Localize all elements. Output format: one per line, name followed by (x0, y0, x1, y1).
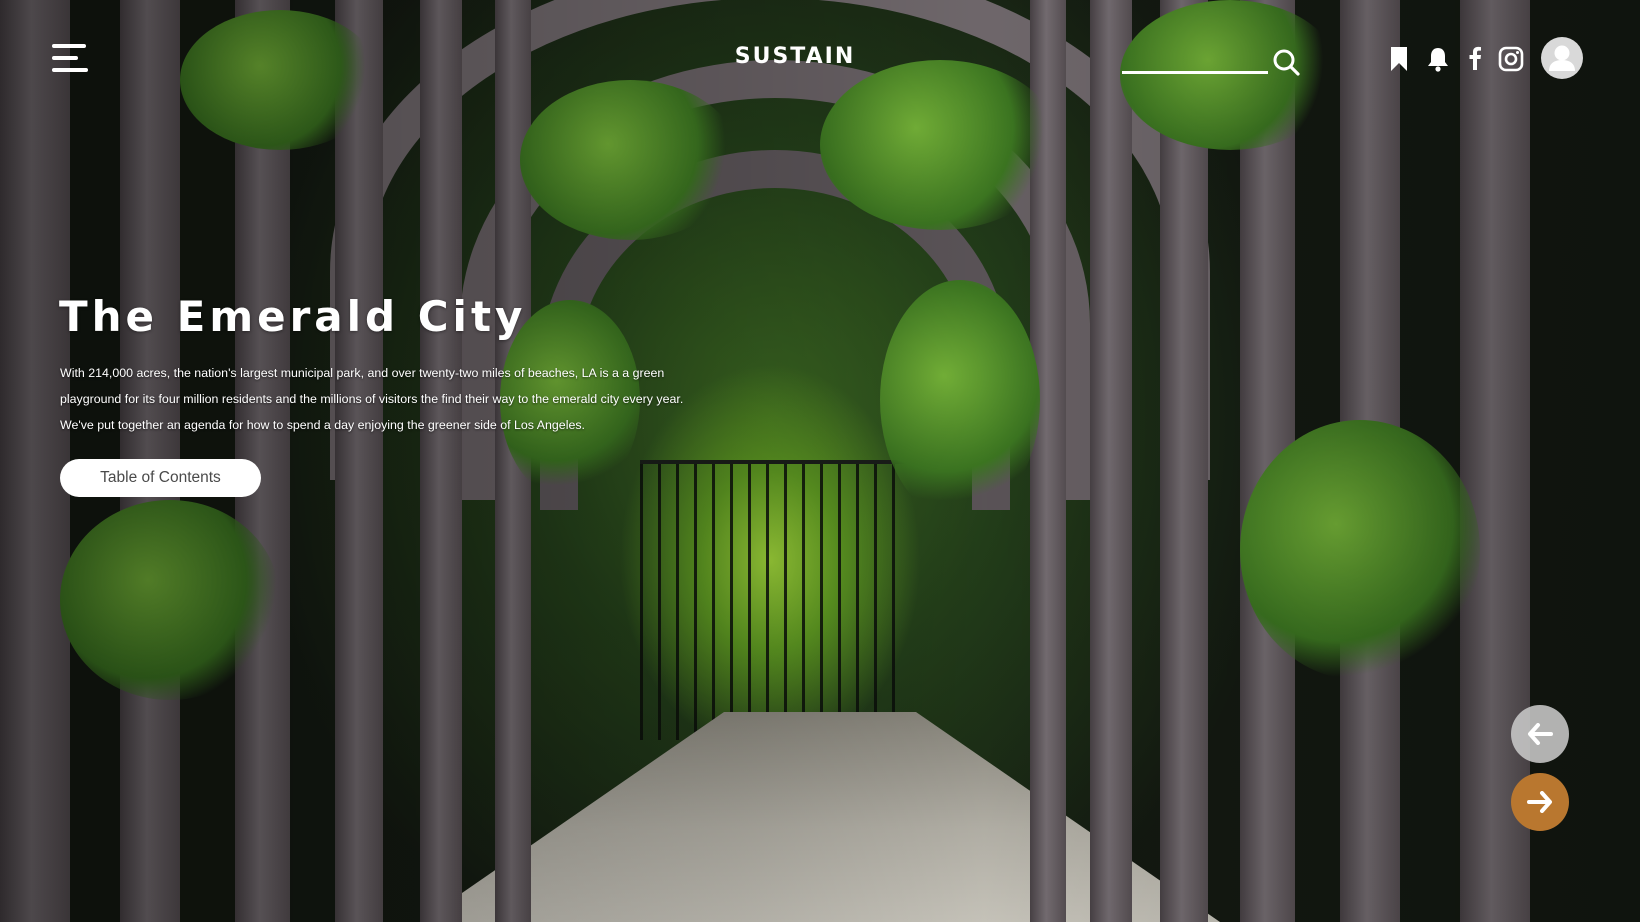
description-line: With 214,000 acres, the nation's largest… (60, 366, 665, 380)
menu-icon-bar (52, 56, 78, 60)
instagram-icon[interactable] (1498, 46, 1524, 72)
bookmark-icon[interactable] (1390, 46, 1408, 72)
brand-logo[interactable]: SUSTAIN (700, 44, 890, 69)
user-icon (1549, 45, 1575, 71)
menu-button[interactable] (52, 44, 90, 76)
bell-icon[interactable] (1426, 46, 1450, 72)
description-line: playground for its four million resident… (60, 392, 684, 406)
previous-button[interactable] (1511, 705, 1569, 763)
hero-description: With 214,000 acres, the nation's largest… (60, 360, 700, 438)
arrow-right-icon (1527, 791, 1552, 813)
page-title: The Emerald City (59, 292, 527, 341)
search-icon[interactable] (1272, 48, 1300, 76)
user-avatar[interactable] (1541, 37, 1583, 79)
next-button[interactable] (1511, 773, 1569, 831)
arrow-left-icon (1528, 723, 1553, 745)
search-input[interactable] (1122, 44, 1268, 74)
menu-icon-bar (52, 68, 88, 72)
search-bar (1122, 44, 1302, 76)
menu-icon (52, 44, 86, 48)
facebook-icon[interactable] (1468, 46, 1482, 70)
table-of-contents-button[interactable]: Table of Contents (60, 459, 261, 497)
description-line: We've put together an agenda for how to … (60, 418, 585, 432)
